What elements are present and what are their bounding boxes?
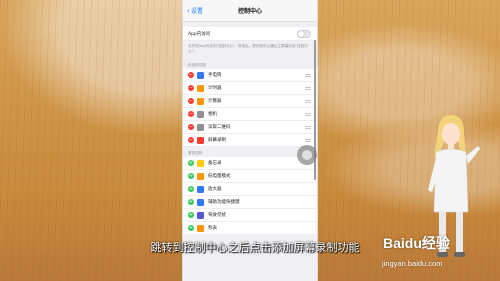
remove-icon[interactable]: −: [188, 137, 194, 143]
control-label: 备忘录: [208, 161, 222, 166]
included-control-row[interactable]: − 计算器: [183, 95, 317, 108]
stopwatch-icon: [197, 224, 204, 232]
included-control-row[interactable]: − 相机: [183, 108, 317, 121]
add-icon[interactable]: +: [188, 173, 194, 179]
control-label: 读取二维码: [208, 125, 231, 130]
control-label: 秒表: [208, 226, 217, 231]
reorder-handle-icon[interactable]: [305, 100, 311, 103]
add-icon[interactable]: +: [188, 199, 194, 205]
remove-icon[interactable]: −: [188, 98, 194, 104]
reorder-handle-icon[interactable]: [305, 139, 311, 142]
app-access-label: App内访问: [188, 31, 211, 37]
screen-record-icon: [197, 136, 204, 144]
remove-icon[interactable]: −: [188, 111, 194, 117]
add-icon[interactable]: +: [188, 186, 194, 192]
remove-icon[interactable]: −: [188, 72, 194, 78]
add-icon[interactable]: +: [188, 225, 194, 231]
remove-icon[interactable]: −: [188, 124, 194, 130]
control-label: 手电筒: [208, 73, 222, 78]
reorder-handle-icon[interactable]: [305, 87, 311, 90]
timer-icon: [197, 84, 204, 92]
calculator-icon: [197, 97, 204, 105]
magnifier-icon: [197, 185, 204, 193]
reorder-handle-icon[interactable]: [305, 126, 311, 129]
more-control-row[interactable]: + 放大器: [183, 183, 317, 196]
app-access-note: 允许在App内访问"控制中心"。停用后，您仍然可以通过主屏幕访问"控制中心"。: [188, 44, 308, 53]
add-icon[interactable]: +: [188, 160, 194, 166]
page-title: 控制中心: [237, 8, 262, 15]
control-label: 计算器: [208, 99, 222, 104]
more-control-row[interactable]: + 秒表: [183, 222, 317, 235]
included-control-row[interactable]: − 手电筒: [183, 69, 317, 82]
more-control-row[interactable]: + 辅助功能快捷键: [183, 196, 317, 209]
notes-icon: [197, 159, 204, 167]
qr-code-icon: [197, 123, 204, 131]
car-icon: [197, 211, 204, 219]
included-controls-header: 包含的控制: [188, 63, 206, 67]
control-label: 低电量模式: [208, 174, 231, 179]
more-control-row[interactable]: + 驾驶勿扰: [183, 209, 317, 222]
remove-icon[interactable]: −: [188, 85, 194, 91]
reorder-handle-icon[interactable]: [305, 74, 311, 77]
more-controls-list: + 备忘录 + 低电量模式 + 放大器 + 辅助功能快捷键 + 驾驶勿扰 + 秒表: [183, 157, 317, 235]
control-label: 辅助功能快捷键: [208, 200, 240, 205]
flashlight-icon: [197, 71, 204, 79]
included-control-row[interactable]: − 屏幕录制: [183, 134, 317, 147]
accessibility-icon: [197, 198, 204, 206]
app-access-toggle[interactable]: [297, 30, 311, 38]
assistive-touch-button[interactable]: [297, 145, 317, 165]
add-icon[interactable]: +: [188, 212, 194, 218]
control-label: 屏幕录制: [208, 138, 226, 143]
camera-icon: [197, 110, 204, 118]
control-label: 相机: [208, 112, 217, 117]
reorder-handle-icon[interactable]: [305, 113, 311, 116]
navigation-bar: ‹ 设置 控制中心: [183, 0, 317, 22]
app-access-row: App内访问: [183, 27, 317, 41]
included-control-row[interactable]: − 读取二维码: [183, 121, 317, 134]
control-label: 放大器: [208, 187, 222, 192]
control-label: 计时器: [208, 86, 222, 91]
included-control-row[interactable]: − 计时器: [183, 82, 317, 95]
control-label: 驾驶勿扰: [208, 213, 226, 218]
included-controls-list: − 手电筒 − 计时器 − 计算器 − 相机 − 读取二维码 − 屏幕录制: [183, 69, 317, 147]
brand-logo: Baidu经验: [383, 235, 450, 251]
battery-icon: [197, 172, 204, 180]
more-control-row[interactable]: + 低电量模式: [183, 170, 317, 183]
caption-text: 跳转到控制中心之后点击添加屏幕录制功能: [150, 241, 360, 254]
brand-url: jingyan.baidu.com: [382, 259, 443, 268]
